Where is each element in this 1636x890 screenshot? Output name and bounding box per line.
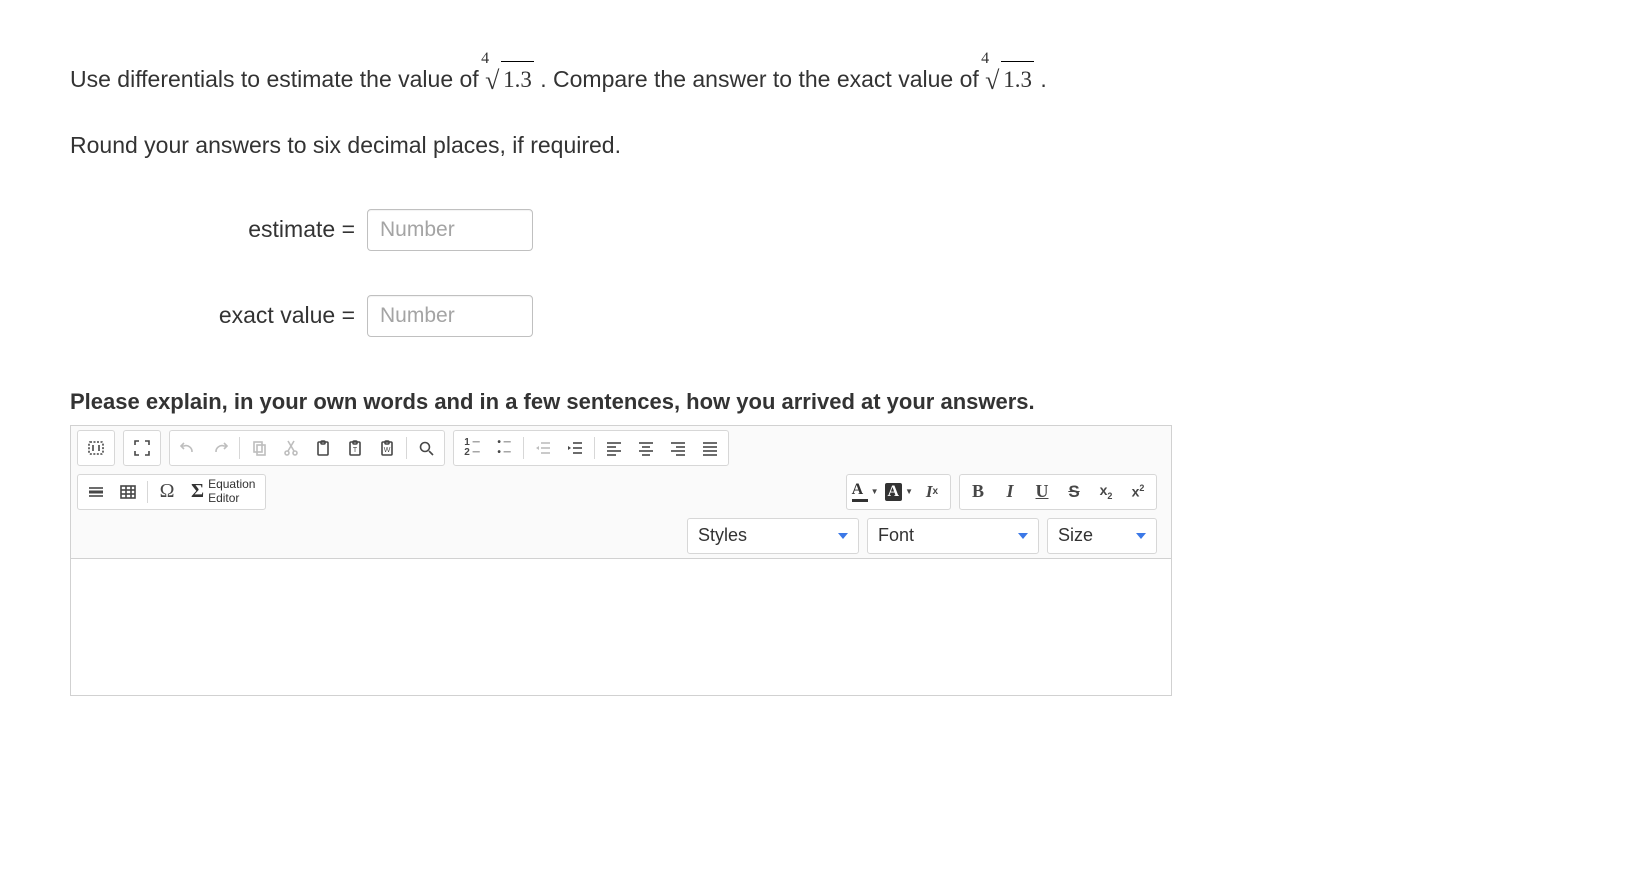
instruction-text: Round your answers to six decimal places… xyxy=(70,132,1566,159)
radical-expression-2: 4 √ 1.3 xyxy=(985,60,1034,102)
font-dropdown-label: Font xyxy=(878,525,914,546)
estimate-input[interactable] xyxy=(367,209,533,251)
paste-icon[interactable] xyxy=(307,433,339,463)
unordered-list-icon[interactable]: • ─• ─ xyxy=(488,433,520,463)
table-icon[interactable] xyxy=(112,477,144,507)
align-right-icon[interactable] xyxy=(662,433,694,463)
sigma-icon: Σ xyxy=(191,480,204,503)
estimate-row: estimate = xyxy=(155,209,1566,251)
paste-word-icon[interactable]: W xyxy=(371,433,403,463)
exact-label: exact value = xyxy=(155,302,367,329)
question-text: Use differentials to estimate the value … xyxy=(70,60,1566,102)
strikethrough-button[interactable]: S xyxy=(1058,477,1090,507)
cut-icon[interactable] xyxy=(275,433,307,463)
svg-text:W: W xyxy=(384,447,391,454)
exact-row: exact value = xyxy=(155,295,1566,337)
align-center-icon[interactable] xyxy=(630,433,662,463)
outdent-icon[interactable] xyxy=(527,433,559,463)
subscript-button[interactable]: x2 xyxy=(1090,477,1122,507)
answers-section: estimate = exact value = xyxy=(155,209,1566,337)
chevron-down-icon: ▼ xyxy=(871,487,879,496)
root-radicand-1: 1.3 xyxy=(501,61,534,99)
size-dropdown[interactable]: Size xyxy=(1047,518,1157,554)
italic-button[interactable]: I xyxy=(994,477,1026,507)
question-part3: . xyxy=(1040,66,1046,92)
question-part1: Use differentials to estimate the value … xyxy=(70,66,485,92)
align-left-icon[interactable] xyxy=(598,433,630,463)
redo-icon[interactable] xyxy=(204,433,236,463)
bold-button[interactable]: B xyxy=(962,477,994,507)
highlight-color-button[interactable]: A ▼ xyxy=(882,483,916,501)
chevron-down-icon xyxy=(1018,533,1028,539)
chevron-down-icon: ▼ xyxy=(905,487,913,496)
source-icon[interactable] xyxy=(80,433,112,463)
paste-text-icon[interactable]: T xyxy=(339,433,371,463)
chevron-down-icon xyxy=(1136,533,1146,539)
estimate-label: estimate = xyxy=(155,216,367,243)
ordered-list-icon[interactable]: 1 ─2 ─ xyxy=(456,433,488,463)
root-index-1: 4 xyxy=(481,46,489,72)
find-icon[interactable] xyxy=(410,433,442,463)
text-color-button[interactable]: A ▼ xyxy=(849,481,882,502)
indent-icon[interactable] xyxy=(559,433,591,463)
equation-editor-button[interactable]: Σ Equation Editor xyxy=(183,477,263,507)
align-justify-icon[interactable] xyxy=(694,433,726,463)
svg-text:T: T xyxy=(353,447,358,454)
equation-label-top: Equation xyxy=(208,478,255,491)
exact-input[interactable] xyxy=(367,295,533,337)
superscript-button[interactable]: x2 xyxy=(1122,477,1154,507)
root-radicand-2: 1.3 xyxy=(1001,61,1034,99)
equation-label-bottom: Editor xyxy=(208,492,255,505)
rich-text-editor: T W 1 ─2 ─ • ─• ─ xyxy=(70,425,1172,696)
maximize-icon[interactable] xyxy=(126,433,158,463)
remove-format-icon[interactable]: Ix xyxy=(916,477,948,507)
explanation-prompt: Please explain, in your own words and in… xyxy=(70,389,1566,415)
toolbar-row-1: T W 1 ─2 ─ • ─• ─ xyxy=(71,426,1171,470)
editor-toolbar: T W 1 ─2 ─ • ─• ─ xyxy=(71,426,1171,558)
chevron-down-icon xyxy=(838,533,848,539)
styles-dropdown-label: Styles xyxy=(698,525,747,546)
undo-icon[interactable] xyxy=(172,433,204,463)
styles-dropdown[interactable]: Styles xyxy=(687,518,859,554)
underline-button[interactable]: U xyxy=(1026,477,1058,507)
size-dropdown-label: Size xyxy=(1058,525,1093,546)
special-char-icon[interactable]: Ω xyxy=(151,477,183,507)
radical-expression-1: 4 √ 1.3 xyxy=(485,60,534,102)
toolbar-row-2: Ω Σ Equation Editor A xyxy=(71,470,1171,514)
question-part2: . Compare the answer to the exact value … xyxy=(540,66,985,92)
editor-content-area[interactable] xyxy=(71,558,1171,695)
copy-icon[interactable] xyxy=(243,433,275,463)
root-index-2: 4 xyxy=(981,46,989,72)
font-dropdown[interactable]: Font xyxy=(867,518,1039,554)
toolbar-row-3: Styles Font Size xyxy=(71,514,1171,558)
horizontal-rule-icon[interactable] xyxy=(80,477,112,507)
